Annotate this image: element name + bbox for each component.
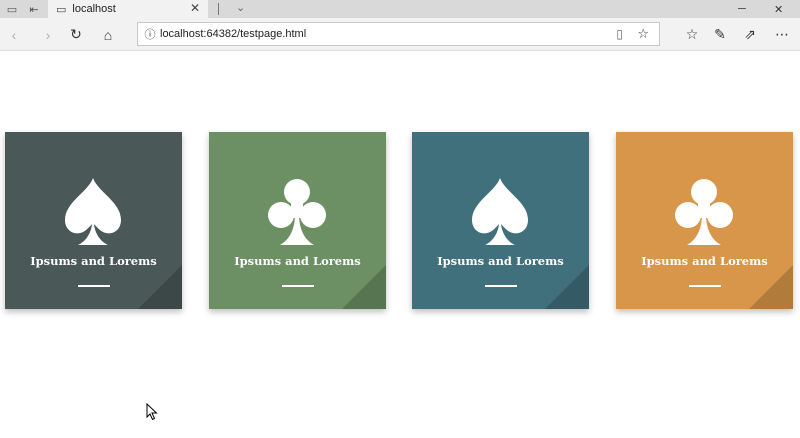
refresh-icon[interactable]: ↻ <box>64 18 88 51</box>
tab-localhost[interactable]: ▭ localhost ✕ <box>48 0 208 18</box>
favorite-star-icon[interactable]: ☆ <box>637 26 649 42</box>
address-url[interactable]: localhost:64382/testpage.html <box>160 28 306 40</box>
share-icon[interactable]: ⇗ <box>738 18 762 51</box>
card-divider <box>485 285 517 287</box>
card-divider <box>689 285 721 287</box>
tab-divider <box>218 3 219 15</box>
reading-view-icon[interactable]: ▯ <box>616 27 623 41</box>
minimize-icon[interactable]: ─ <box>738 0 746 18</box>
page-icon: ▭ <box>56 3 67 16</box>
chevron-down-icon[interactable]: ⌄ <box>236 1 245 14</box>
close-window-icon[interactable]: ✕ <box>774 0 783 18</box>
web-note-icon[interactable]: ✎ <box>708 18 732 51</box>
card-1[interactable]: Ipsums and Lorems <box>5 132 182 309</box>
card-divider <box>78 285 110 287</box>
card-4[interactable]: Ipsums and Lorems <box>616 132 793 309</box>
spade-icon <box>472 178 528 245</box>
card-corner-fold <box>342 265 386 309</box>
card-corner-fold <box>749 265 793 309</box>
club-icon <box>268 179 326 245</box>
home-icon[interactable]: ⌂ <box>96 18 120 51</box>
site-info-icon[interactable]: ⓘ <box>140 26 160 42</box>
card-3[interactable]: Ipsums and Lorems <box>412 132 589 309</box>
favorites-hub-icon[interactable]: ☆ <box>680 18 704 51</box>
spade-icon <box>65 178 121 245</box>
more-menu-icon[interactable]: ⋯ <box>770 18 794 51</box>
navigation-bar: ‹ › ↻ ⌂ ⓘ localhost:64382/testpage.html … <box>0 18 800 51</box>
address-bar[interactable]: ⓘ localhost:64382/testpage.html ▯ ☆ <box>137 22 660 46</box>
card-corner-fold <box>138 265 182 309</box>
back-icon[interactable]: ‹ <box>2 18 26 51</box>
tab-title: localhost <box>72 3 116 15</box>
card-divider <box>282 285 314 287</box>
card-2[interactable]: Ipsums and Lorems <box>209 132 386 309</box>
set-tabs-aside-icon[interactable]: ⇤ <box>24 0 44 18</box>
club-icon <box>675 179 733 245</box>
card-corner-fold <box>545 265 589 309</box>
tab-manager-icon[interactable]: ▭ <box>2 0 22 18</box>
forward-icon[interactable]: › <box>36 18 60 51</box>
tab-bar: ▭ ⇤ ▭ localhost ✕ ⌄ ─ ✕ <box>0 0 800 18</box>
mouse-cursor-icon <box>146 403 158 421</box>
close-tab-icon[interactable]: ✕ <box>190 1 200 15</box>
